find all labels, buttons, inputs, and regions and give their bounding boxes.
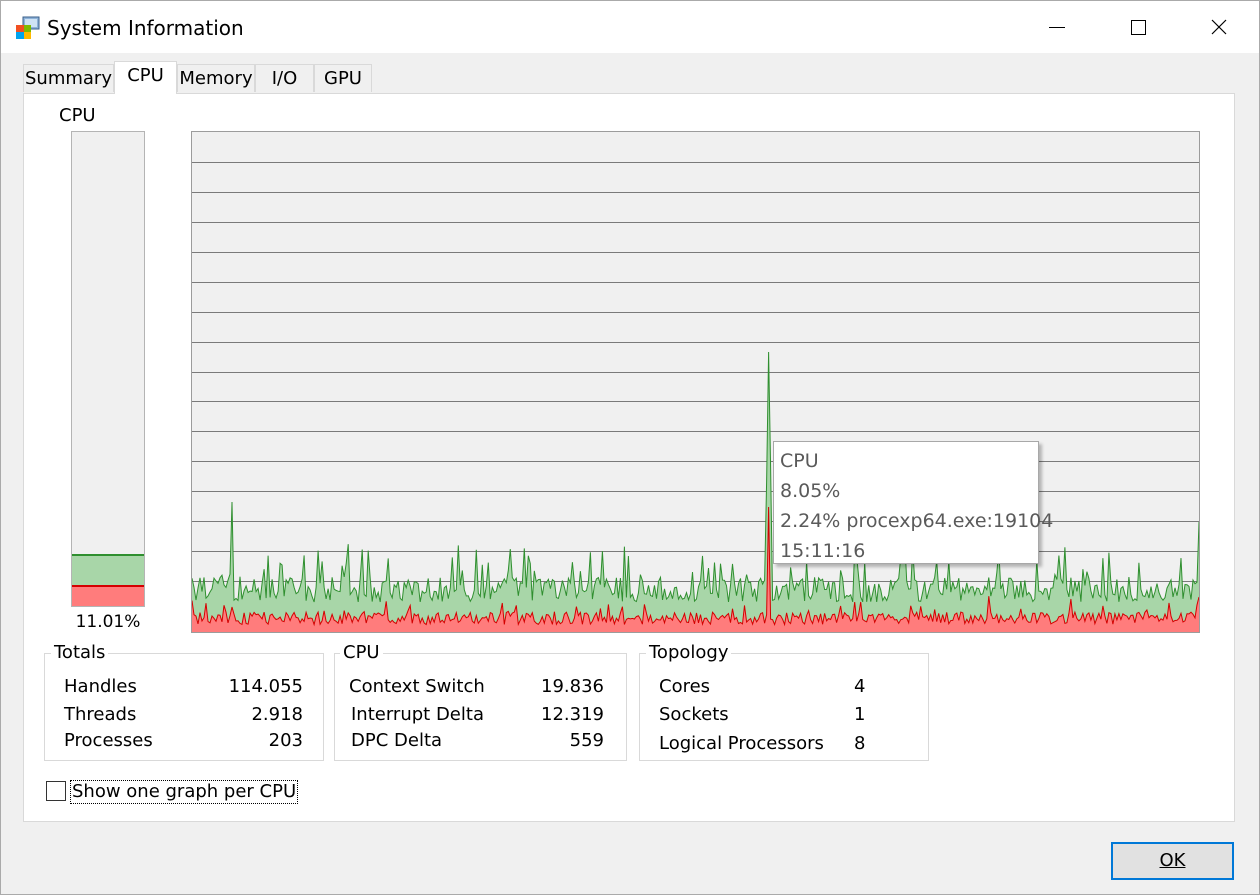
dpc-delta-label: DPC Delta	[351, 730, 443, 751]
window-title: System Information	[47, 16, 244, 40]
tab-summary[interactable]: Summary	[23, 64, 114, 92]
cores-value: 4	[854, 676, 866, 697]
logical-processors-value: 8	[854, 733, 866, 754]
handles-label: Handles	[64, 676, 137, 697]
context-switch-value: 19.836	[541, 676, 604, 697]
maximize-icon	[1131, 20, 1146, 35]
threads-value: 2.918	[251, 704, 303, 725]
handles-value: 114.055	[228, 676, 303, 697]
topology-title: Topology	[646, 642, 732, 664]
cpu-history-svg	[192, 162, 1199, 632]
context-switch-label: Context Switch	[349, 676, 485, 697]
dpc-delta-value: 559	[569, 730, 604, 751]
processes-label: Processes	[64, 730, 153, 751]
topology-group: Topology Cores 4 Sockets 1 Logical Proce…	[639, 642, 929, 761]
app-icon	[16, 16, 40, 39]
title-bar[interactable]: System Information	[1, 1, 1259, 53]
cpu-usage-meter	[71, 131, 145, 607]
threads-label: Threads	[64, 704, 137, 725]
tooltip-time: 15:11:16	[780, 540, 866, 562]
ok-button[interactable]: OK	[1111, 842, 1234, 880]
totals-group: Totals Handles 114.055 Threads 2.918 Pro…	[44, 642, 324, 761]
cpu-meter-label: CPU	[59, 105, 96, 126]
tooltip-process: 2.24% procexp64.exe:19104	[780, 510, 1054, 532]
interrupt-delta-label: Interrupt Delta	[351, 704, 484, 725]
logical-processors-label: Logical Processors	[659, 733, 824, 754]
tab-gpu[interactable]: GPU	[314, 64, 372, 92]
total-cpu-line	[192, 351, 1199, 603]
cpu-stats-group: CPU Context Switch 19.836 Interrupt Delt…	[334, 642, 627, 761]
cpu-history-graph[interactable]	[191, 131, 1200, 633]
minimize-button[interactable]	[1017, 1, 1097, 53]
tab-cpu[interactable]: CPU	[114, 61, 177, 94]
cpu-stats-title: CPU	[340, 642, 383, 664]
tooltip-total: 8.05%	[780, 480, 841, 502]
cpu-meter-kernel-fill	[72, 585, 144, 606]
close-icon	[1211, 19, 1227, 35]
minimize-icon	[1049, 27, 1065, 28]
system-information-window: System Information Summary CPU Memory I/…	[0, 0, 1260, 895]
tooltip-series: CPU	[780, 450, 819, 472]
interrupt-delta-value: 12.319	[541, 704, 604, 725]
graph-tooltip: CPU 8.05% 2.24% procexp64.exe:19104 15:1…	[773, 441, 1054, 564]
per-cpu-graph-label[interactable]: Show one graph per CPU	[70, 780, 299, 804]
cores-label: Cores	[659, 676, 711, 697]
close-button[interactable]	[1179, 1, 1259, 53]
maximize-button[interactable]	[1098, 1, 1178, 53]
sockets-value: 1	[854, 704, 866, 725]
totals-title: Totals	[51, 642, 109, 664]
cpu-meter-percent: 11.01%	[75, 612, 141, 632]
tab-io[interactable]: I/O	[255, 64, 314, 92]
tab-memory[interactable]: Memory	[177, 64, 255, 92]
graph-grid	[192, 162, 1199, 612]
sockets-label: Sockets	[659, 704, 729, 725]
processes-value: 203	[268, 730, 303, 751]
per-cpu-graph-checkbox[interactable]	[46, 781, 66, 801]
